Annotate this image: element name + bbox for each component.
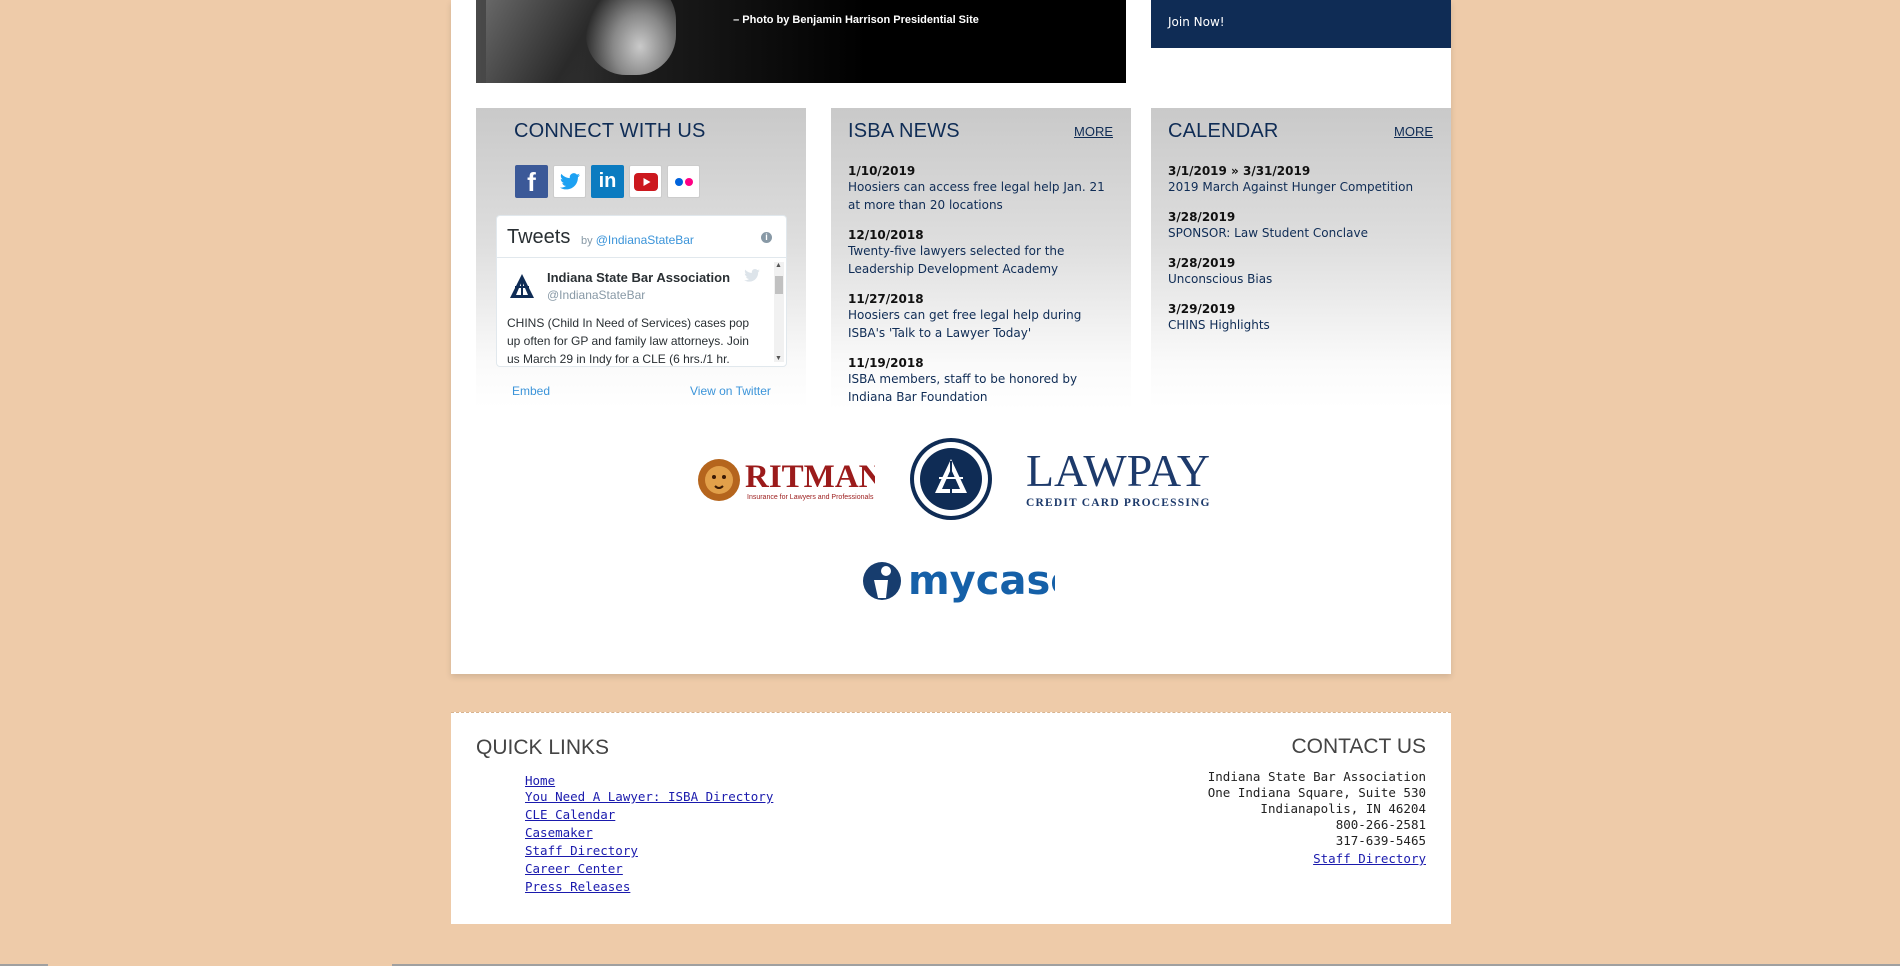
event-date: 3/28/2019 [1168,210,1236,224]
tweet: Indiana State Bar Association @IndianaSt… [497,258,786,366]
news-title: ISBA NEWS [848,120,960,142]
quick-link-staff-directory[interactable]: Staff Directory [525,843,638,858]
youtube-icon[interactable] [629,165,662,198]
event-title[interactable]: SPONSOR: Law Student Conclave [1168,224,1438,242]
news-section: ISBA NEWS MORE 1/10/2019 Hoosiers can ac… [831,108,1131,410]
calendar-more-link[interactable]: MORE [1394,124,1433,139]
twitter-bird-icon[interactable] [744,269,760,282]
contact-phone-2: 317-639-5465 [1335,833,1426,848]
event-date: 3/1/2019 » 3/31/2019 [1168,164,1311,178]
list-item: 12/10/2018 Twenty-five lawyers selected … [848,228,1118,278]
contact-title: CONTACT US [1291,735,1426,758]
news-date: 12/10/2018 [848,228,924,242]
info-icon[interactable]: i [761,232,772,243]
scroll-up-icon[interactable]: ▲ [775,262,782,269]
contact-phone-1: 800-266-2581 [1335,817,1426,832]
quick-link-press-releases[interactable]: Press Releases [525,879,630,894]
ritman-logo[interactable]: RITMAN Insurance for Lawyers and Profess… [697,450,875,508]
contact-city: Indianapolis, IN 46204 [1260,801,1426,816]
news-date: 1/10/2019 [848,164,916,178]
list-item: 3/1/2019 » 3/31/2019 2019 March Against … [1168,164,1438,196]
timeline-header: Tweets by @IndianaStateBar i [497,216,786,258]
event-date: 3/28/2019 [1168,256,1236,270]
quick-links-title: QUICK LINKS [476,736,610,759]
quick-link-cle-calendar[interactable]: CLE Calendar [525,807,615,822]
contact-street: One Indiana Square, Suite 530 [1207,785,1426,800]
connect-title: CONNECT WITH US [514,120,706,142]
news-more-link[interactable]: MORE [1074,124,1113,139]
hero-photo-hand [586,0,676,75]
tweet-author[interactable]: Indiana State Bar Association [547,270,730,285]
flickr-icon[interactable] [667,165,700,198]
list-item: 11/27/2018 Hoosiers can get free legal h… [848,292,1118,342]
tweet-handle[interactable]: @IndianaStateBar [547,288,645,302]
linkedin-icon[interactable]: in [591,165,624,198]
mycase-logo[interactable]: mycase [860,558,1055,604]
ritman-tagline: Insurance for Lawyers and Professionals [747,494,874,501]
contact-org: Indiana State Bar Association [1207,769,1426,784]
timeline-handle-link[interactable]: @IndianaStateBar [596,233,694,247]
ritman-name: RITMAN [745,459,875,495]
quick-link-career-center[interactable]: Career Center [525,861,623,876]
quick-link-casemaker[interactable]: Casemaker [525,825,593,840]
news-headline[interactable]: Hoosiers can get free legal help during … [848,306,1118,342]
event-date: 3/29/2019 [1168,302,1236,316]
quick-links-list: Home You Need A Lawyer: ISBA Directory C… [525,772,773,896]
list-item: 1/10/2019 Hoosiers can access free legal… [848,164,1118,214]
facebook-icon[interactable]: f [515,165,548,198]
news-date: 11/27/2018 [848,292,924,306]
scrollbar-thumb[interactable] [775,276,783,294]
news-headline[interactable]: Twenty-five lawyers selected for the Lea… [848,242,1118,278]
quick-link-directory[interactable]: You Need A Lawyer: ISBA Directory [525,789,773,804]
contact-address: Indiana State Bar Association One Indian… [1208,769,1426,867]
news-headline[interactable]: Hoosiers can access free legal help Jan.… [848,178,1118,214]
list-item: 3/28/2019 SPONSOR: Law Student Conclave [1168,210,1438,242]
timeline-scrollbar[interactable]: ▲ ▼ [774,262,784,362]
news-headline[interactable]: ISBA members, staff to be honored by Ind… [848,370,1118,406]
contact-staff-directory-link[interactable]: Staff Directory [1313,851,1426,867]
calendar-title: CALENDAR [1168,120,1279,142]
view-on-twitter-link[interactable]: View on Twitter [690,384,771,398]
connect-section: CONNECT WITH US f in Tweets by @IndianaS… [476,108,806,408]
photo-credit: – Photo by Benjamin Harrison Presidentia… [733,14,979,26]
timeline-by: by [581,235,593,247]
mycase-name: mycase [908,558,1055,604]
twitter-icon[interactable] [553,165,586,198]
list-item: 3/28/2019 Unconscious Bias [1168,256,1438,288]
scroll-down-icon[interactable]: ▼ [775,355,782,362]
join-now-link[interactable]: Join Now! [1168,15,1225,29]
timeline-heading: Tweets [507,226,571,248]
join-banner: Join Now! [1151,0,1451,48]
news-date: 11/19/2018 [848,356,924,370]
lawpay-name: LAWPAY [1026,445,1210,496]
timeline-byline: by @IndianaStateBar [581,233,694,247]
event-title[interactable]: 2019 March Against Hunger Competition [1168,178,1438,196]
event-title[interactable]: Unconscious Bias [1168,270,1438,288]
quick-link-home[interactable]: Home [525,773,555,788]
embed-link[interactable]: Embed [512,384,550,398]
lawpay-tagline: CREDIT CARD PROCESSING [1026,497,1211,509]
isba-insurance-seal-icon[interactable] [909,437,993,521]
list-item: 11/19/2018 ISBA members, staff to be hon… [848,356,1118,406]
footer: QUICK LINKS Home You Need A Lawyer: ISBA… [451,712,1451,924]
tweet-text: CHINS (Child In Need of Services) cases … [507,316,750,366]
lawpay-logo[interactable]: LAWPAY CREDIT CARD PROCESSING [1024,442,1214,512]
twitter-timeline[interactable]: Tweets by @IndianaStateBar i Indiana Sta… [496,215,787,367]
isba-avatar-icon[interactable] [507,271,537,301]
event-title[interactable]: CHINS Highlights [1168,316,1438,334]
hero-photo: – Photo by Benjamin Harrison Presidentia… [476,0,1126,83]
social-icons: f in [515,165,700,198]
calendar-section: CALENDAR MORE 3/1/2019 » 3/31/2019 2019 … [1151,108,1451,408]
list-item: 3/29/2019 CHINS Highlights [1168,302,1438,334]
